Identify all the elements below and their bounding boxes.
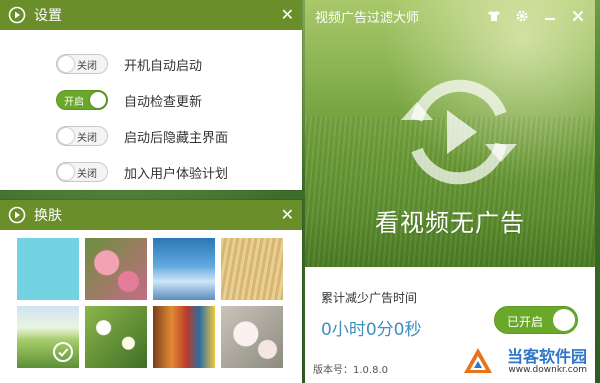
skin-thumb-blue-sky-clouds[interactable] bbox=[153, 238, 215, 300]
skin-thumb-green-meadow[interactable] bbox=[17, 306, 79, 368]
toggle-state-label: 开启 bbox=[64, 97, 84, 108]
watermark-sub-text: www.downkr.com bbox=[508, 365, 587, 375]
refresh-play-icon bbox=[401, 79, 517, 185]
filter-toggle-knob bbox=[553, 309, 575, 331]
slogan-text: 看视频无广告 bbox=[375, 209, 525, 237]
main-window: 视频广告过滤大师 看视频无广告 累计减少广告时间 0小时0分0秒 已开启 版本号… bbox=[305, 0, 595, 383]
watermark-logo-icon bbox=[464, 348, 492, 373]
shirt-icon[interactable] bbox=[487, 9, 501, 23]
skin-title: 换肤 bbox=[34, 208, 62, 224]
auto-update-toggle[interactable]: 开启 bbox=[56, 90, 108, 110]
skin-thumb-colored-pencils[interactable] bbox=[153, 306, 215, 368]
window-controls bbox=[487, 9, 585, 23]
settings-close-icon[interactable]: ✕ bbox=[281, 7, 294, 23]
skin-thumb-sky-blue[interactable] bbox=[17, 238, 79, 300]
toggle-knob bbox=[90, 92, 106, 108]
watermark-main-text: 当客软件园 bbox=[506, 347, 587, 366]
toggle-knob bbox=[58, 164, 74, 180]
watermark: 当客软件园 www.downkr.com bbox=[461, 343, 589, 381]
gear-icon[interactable] bbox=[515, 9, 529, 23]
main-title-bar: 视频广告过滤大师 bbox=[305, 0, 595, 32]
auto-update-label: 自动检查更新 bbox=[124, 94, 203, 110]
autostart-toggle[interactable]: 关闭 bbox=[56, 54, 108, 74]
autostart-label: 开机自动启动 bbox=[124, 58, 203, 74]
settings-logo-icon bbox=[8, 6, 26, 24]
close-icon[interactable] bbox=[571, 9, 585, 23]
setting-row-auto-update: 开启 自动检查更新 bbox=[0, 82, 302, 118]
skin-header: 换肤 ✕ bbox=[0, 200, 302, 230]
settings-title: 设置 bbox=[34, 8, 62, 24]
setting-row-ux-plan: 关闭 加入用户体验计划 bbox=[0, 154, 302, 190]
version-value: 1.0.8.0 bbox=[353, 365, 388, 376]
minimize-icon[interactable] bbox=[543, 9, 557, 23]
setting-row-autostart: 关闭 开机自动启动 bbox=[0, 46, 302, 82]
toggle-state-label: 关闭 bbox=[77, 169, 97, 180]
app-title: 视频广告过滤大师 bbox=[315, 10, 420, 26]
toggle-knob bbox=[58, 128, 74, 144]
ux-plan-toggle[interactable]: 关闭 bbox=[56, 162, 108, 182]
selected-check-icon bbox=[53, 342, 73, 362]
info-area: 累计减少广告时间 0小时0分0秒 已开启 版本号：1.0.8.0 当客软件园 w… bbox=[305, 267, 595, 383]
setting-row-hide-main: 关闭 启动后隐藏主界面 bbox=[0, 118, 302, 154]
skin-logo-icon bbox=[8, 206, 26, 224]
settings-header: 设置 ✕ bbox=[0, 0, 302, 30]
skin-grid bbox=[17, 238, 283, 368]
filter-toggle-label: 已开启 bbox=[507, 315, 544, 329]
skin-thumb-wheat-field[interactable] bbox=[221, 238, 283, 300]
ux-plan-label: 加入用户体验计划 bbox=[124, 166, 229, 182]
toggle-state-label: 关闭 bbox=[77, 61, 97, 72]
filter-toggle[interactable]: 已开启 bbox=[494, 306, 578, 334]
skin-thumb-pink-flowers[interactable] bbox=[85, 238, 147, 300]
skin-thumb-blossom[interactable] bbox=[221, 306, 283, 368]
toggle-state-label: 关闭 bbox=[77, 133, 97, 144]
hide-main-label: 启动后隐藏主界面 bbox=[124, 130, 229, 146]
version-label: 版本号： bbox=[313, 365, 353, 376]
settings-panel: 设置 ✕ 关闭 开机自动启动 开启 自动检查更新 关闭 启动后隐藏主界面 关闭 … bbox=[0, 0, 302, 190]
hide-main-toggle[interactable]: 关闭 bbox=[56, 126, 108, 146]
toggle-knob bbox=[58, 56, 74, 72]
version-info: 版本号：1.0.8.0 bbox=[313, 361, 388, 376]
stat-label: 累计减少广告时间 bbox=[321, 291, 418, 305]
skin-panel: 换肤 ✕ bbox=[0, 200, 302, 383]
settings-list: 关闭 开机自动启动 开启 自动检查更新 关闭 启动后隐藏主界面 关闭 加入用户体… bbox=[0, 30, 302, 190]
stat-value: 0小时0分0秒 bbox=[321, 320, 422, 340]
skin-close-icon[interactable]: ✕ bbox=[281, 207, 294, 223]
skin-thumb-white-daisies[interactable] bbox=[85, 306, 147, 368]
